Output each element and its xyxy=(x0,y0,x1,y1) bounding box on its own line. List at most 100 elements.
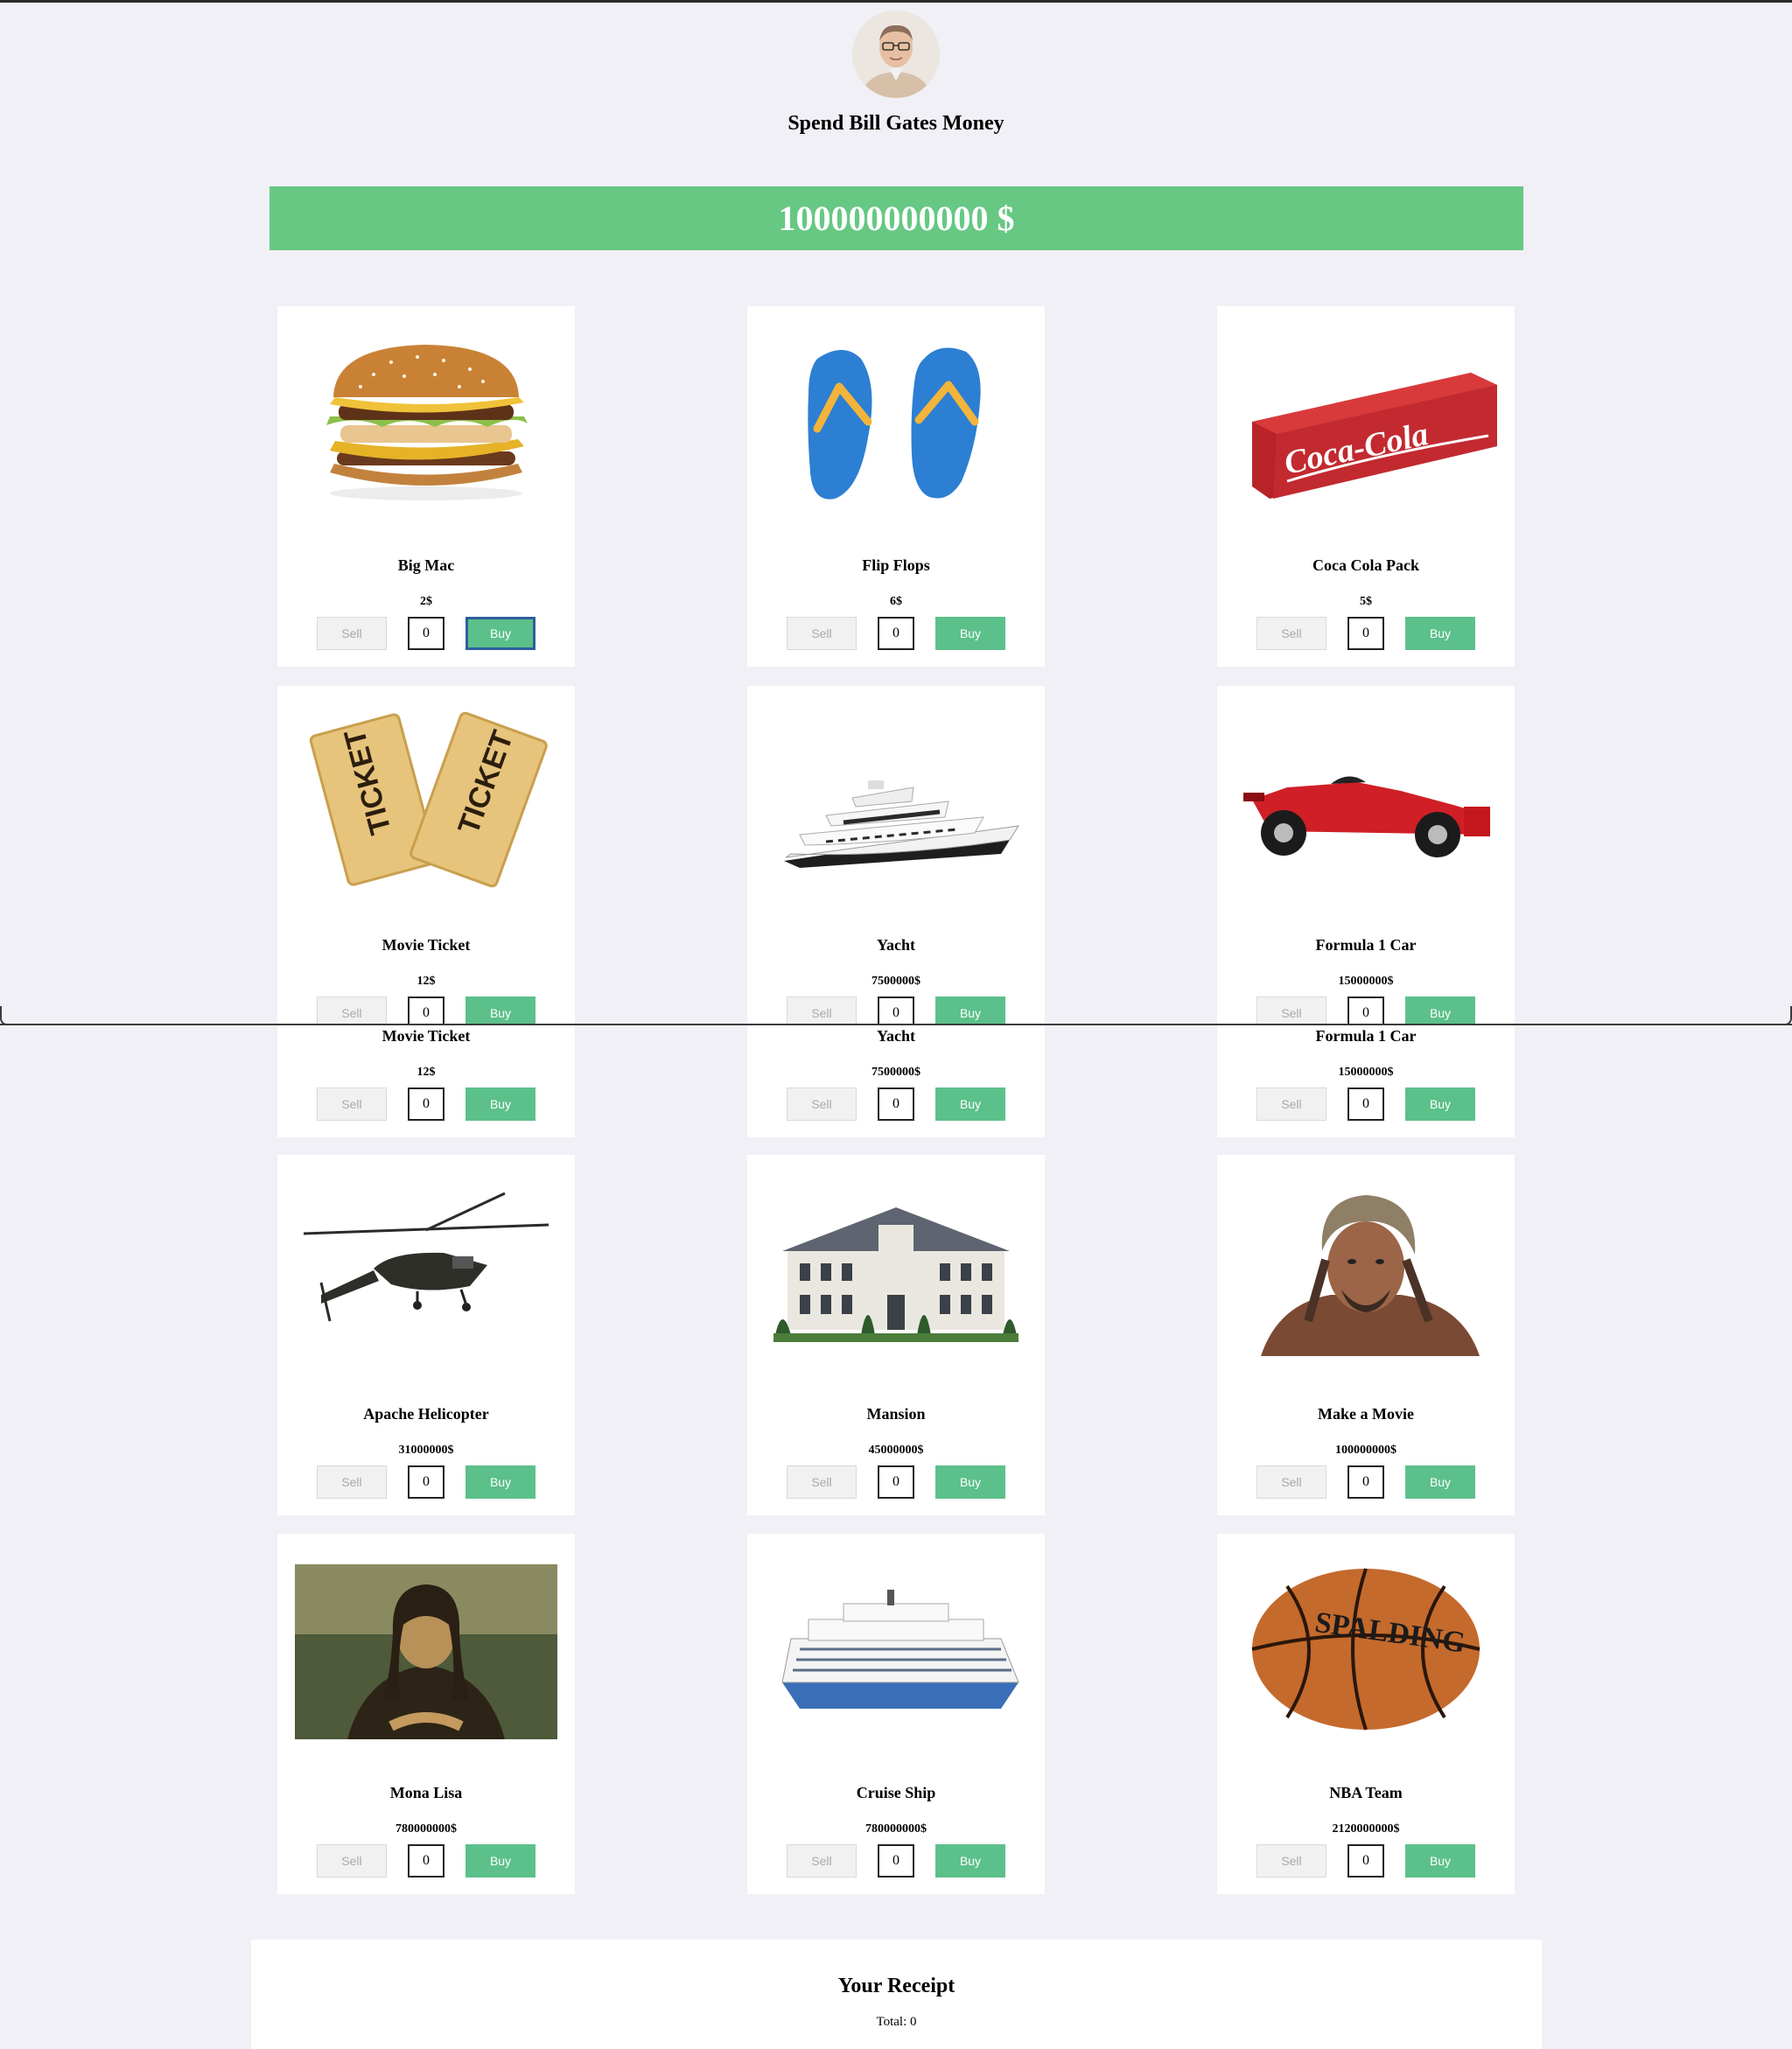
receipt-panel: Your Receipt Total: 0 xyxy=(251,1940,1542,2049)
quantity-input[interactable]: 0 xyxy=(878,1087,914,1121)
movie-actor-image xyxy=(1235,1172,1497,1365)
sell-button[interactable]: Sell xyxy=(1256,1087,1326,1121)
buy-button[interactable]: Buy xyxy=(935,617,1005,650)
product-price: 2120000000$ xyxy=(1332,1822,1400,1836)
product-card-movie-ticket: TICKET TICKET Movie Ticket 12$ Sell 0 Bu… xyxy=(277,686,575,1046)
sell-button[interactable]: Sell xyxy=(1256,1844,1326,1878)
product-price: 45000000$ xyxy=(868,1444,924,1457)
quantity-input[interactable]: 0 xyxy=(408,1087,444,1121)
quantity-input[interactable]: 0 xyxy=(878,1465,914,1499)
money-remaining-bar: 100000000000 $ xyxy=(270,186,1523,250)
buy-button[interactable]: Buy xyxy=(935,1844,1005,1878)
product-price: 7500000$ xyxy=(872,975,920,988)
quantity-input[interactable]: 0 xyxy=(408,617,444,650)
product-card-mona-lisa: Mona Lisa 780000000$ Sell 0 Buy xyxy=(277,1534,575,1894)
basketball-image: SPALDING xyxy=(1235,1551,1497,1744)
product-name: Flip Flops xyxy=(862,556,930,574)
bill-gates-avatar xyxy=(852,10,940,98)
product-name: NBA Team xyxy=(1329,1784,1403,1801)
sell-button[interactable]: Sell xyxy=(1256,617,1326,650)
product-name: Make a Movie xyxy=(1318,1405,1414,1423)
product-card-big-mac: Big Mac 2$ Sell 0 Buy xyxy=(277,306,575,667)
sell-button[interactable]: Sell xyxy=(317,1087,387,1121)
product-price: 780000000$ xyxy=(865,1822,927,1836)
product-price: 5$ xyxy=(1360,595,1372,608)
buy-button[interactable]: Buy xyxy=(1405,617,1475,650)
sell-button[interactable]: Sell xyxy=(317,1465,387,1499)
product-price: 780000000$ xyxy=(396,1822,457,1836)
sell-button[interactable]: Sell xyxy=(787,1087,857,1121)
product-price: 15000000$ xyxy=(1338,975,1394,988)
buy-button[interactable]: Buy xyxy=(466,1087,536,1121)
receipt-total: Total: 0 xyxy=(876,2015,917,2029)
product-price: 31000000$ xyxy=(398,1444,454,1457)
product-price: 6$ xyxy=(890,595,902,608)
product-name: Big Mac xyxy=(397,556,455,574)
quantity-input[interactable]: 0 xyxy=(1348,1844,1384,1878)
product-name: Mona Lisa xyxy=(389,1784,463,1801)
window-corner-right xyxy=(1785,1006,1792,1025)
product-card-make-a-movie: Make a Movie 100000000$ Sell 0 Buy xyxy=(1217,1155,1515,1515)
product-card-yacht: Yacht 7500000$ Sell 0 Buy xyxy=(747,686,1045,1046)
cruise-ship-image xyxy=(765,1551,1027,1744)
buy-button[interactable]: Buy xyxy=(935,1465,1005,1499)
window-top-border xyxy=(0,0,1792,3)
product-name: Mansion xyxy=(866,1405,926,1423)
product-name: Movie Ticket xyxy=(382,1027,471,1045)
quantity-input[interactable]: 0 xyxy=(1348,1087,1384,1121)
product-price: 2$ xyxy=(420,595,432,608)
coca-cola-pack-image: Coca-Cola xyxy=(1235,324,1497,516)
product-name: Yacht xyxy=(877,936,915,954)
receipt-title: Your Receipt xyxy=(837,1975,956,1997)
flip-flops-image xyxy=(765,324,1027,516)
buy-button[interactable]: Buy xyxy=(1405,1844,1475,1878)
product-name: Formula 1 Car xyxy=(1315,1027,1417,1045)
product-card-flip-flops: Flip Flops 6$ Sell 0 Buy xyxy=(747,306,1045,667)
product-name: Movie Ticket xyxy=(382,936,471,954)
quantity-input[interactable]: 0 xyxy=(1348,617,1384,650)
quantity-input[interactable]: 0 xyxy=(408,1465,444,1499)
mansion-image xyxy=(765,1172,1027,1365)
helicopter-image xyxy=(295,1172,557,1365)
sell-button[interactable]: Sell xyxy=(787,1465,857,1499)
quantity-input[interactable]: 0 xyxy=(878,617,914,650)
screenshot-seam xyxy=(0,1024,1792,1025)
money-remaining: 100000000000 $ xyxy=(778,199,1015,238)
product-card-mansion: Mansion 45000000$ Sell 0 Buy xyxy=(747,1155,1045,1515)
window-corner-left xyxy=(0,1006,7,1025)
yacht-image xyxy=(765,703,1027,896)
burger-image xyxy=(295,324,557,516)
quantity-input[interactable]: 0 xyxy=(408,1844,444,1878)
product-name: Cruise Ship xyxy=(856,1784,936,1801)
quantity-input[interactable]: 0 xyxy=(1348,1465,1384,1499)
product-price: 7500000$ xyxy=(872,1066,920,1079)
product-card-coca-cola-pack: Coca-Cola Coca Cola Pack 5$ Sell 0 Buy xyxy=(1217,306,1515,667)
product-card-nba-team: SPALDING NBA Team 2120000000$ Sell 0 Buy xyxy=(1217,1534,1515,1894)
buy-button[interactable]: Buy xyxy=(1405,1087,1475,1121)
product-name: Coca Cola Pack xyxy=(1312,556,1419,574)
product-name: Yacht xyxy=(877,1027,915,1045)
product-price: 100000000$ xyxy=(1335,1444,1396,1457)
sell-button[interactable]: Sell xyxy=(317,1844,387,1878)
page-title: Spend Bill Gates Money xyxy=(788,112,1004,135)
sell-button[interactable]: Sell xyxy=(317,617,387,650)
sell-button[interactable]: Sell xyxy=(787,617,857,650)
buy-button[interactable]: Buy xyxy=(466,617,536,650)
product-card-apache-helicopter: Apache Helicopter 31000000$ Sell 0 Buy xyxy=(277,1155,575,1515)
product-card-cruise-ship: Cruise Ship 780000000$ Sell 0 Buy xyxy=(747,1534,1045,1894)
product-card-formula-1-car: Formula 1 Car 15000000$ Sell 0 Buy xyxy=(1217,686,1515,1046)
mona-lisa-image xyxy=(295,1551,557,1744)
quantity-input[interactable]: 0 xyxy=(878,1844,914,1878)
sell-button[interactable]: Sell xyxy=(787,1844,857,1878)
buy-button[interactable]: Buy xyxy=(935,1087,1005,1121)
buy-button[interactable]: Buy xyxy=(466,1465,536,1499)
product-price: 12$ xyxy=(416,975,436,988)
product-name: Formula 1 Car xyxy=(1315,936,1417,954)
formula-1-car-image xyxy=(1235,703,1497,896)
buy-button[interactable]: Buy xyxy=(1405,1465,1475,1499)
movie-ticket-image: TICKET TICKET xyxy=(295,703,557,896)
sell-button[interactable]: Sell xyxy=(1256,1465,1326,1499)
buy-button[interactable]: Buy xyxy=(466,1844,536,1878)
product-price: 15000000$ xyxy=(1338,1066,1394,1079)
product-name: Apache Helicopter xyxy=(363,1405,489,1423)
